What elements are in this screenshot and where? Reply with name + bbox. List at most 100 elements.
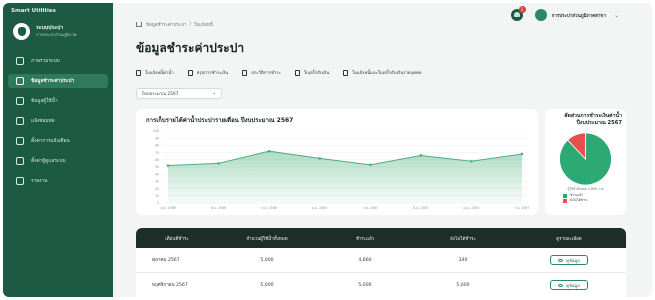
cell-total: 5,000 bbox=[260, 282, 274, 288]
report-icon bbox=[16, 177, 24, 185]
profile-name: ระบบประปา bbox=[36, 25, 64, 32]
data-point bbox=[166, 164, 170, 167]
sidebar-item-label: ภาพรวมระบบ bbox=[31, 59, 60, 64]
sidebar-item-label: ตั้งค่าผู้ดูแลระบบ bbox=[31, 159, 66, 164]
y-tick-label: 50 bbox=[155, 165, 159, 169]
x-tick-label: ม.ค. 2567 bbox=[312, 206, 327, 210]
y-tick-label: 60 bbox=[155, 158, 159, 162]
link-label: สรุปการชำระเงิน bbox=[196, 71, 229, 76]
view-detail-button[interactable]: ดูข้อมูล bbox=[550, 255, 588, 265]
pie-legend: ชำระแล้ว ยังไม่ได้ชำระ bbox=[563, 193, 588, 204]
legend-swatch bbox=[563, 199, 567, 204]
quick-links: ใบแจ้งหนี้ค่าน้ำ สรุปการชำระเงิน ประวัติ… bbox=[136, 69, 436, 76]
x-tick-label: พ.ย. 2566 bbox=[211, 206, 226, 210]
sidebar-item-admin[interactable]: ตั้งค่าผู้ดูแลระบบ bbox=[8, 154, 108, 168]
breadcrumb-separator: / bbox=[189, 22, 192, 27]
user-icon bbox=[16, 97, 24, 105]
link-history[interactable]: ประวัติการชำระ bbox=[242, 69, 281, 76]
chevron-down-icon: ⌄ bbox=[212, 91, 216, 96]
breadcrumb-item[interactable]: ข้อมูลชำระค่าประปา bbox=[146, 21, 187, 28]
y-tick-label: 0 bbox=[157, 201, 159, 205]
sidebar-item-users[interactable]: ข้อมูลผู้ใช้น้ำ bbox=[8, 94, 108, 108]
x-tick-label: ก.ย. 2567 bbox=[515, 206, 530, 210]
view-detail-label: ดูข้อมูล bbox=[566, 257, 580, 263]
cell-unpaid: 340 bbox=[458, 257, 468, 263]
data-point bbox=[217, 162, 220, 165]
sidebar-item-reports[interactable]: รายงาน bbox=[8, 174, 108, 188]
document-icon bbox=[187, 69, 193, 76]
app-title: Smart Utilities bbox=[11, 8, 56, 14]
y-tick-label: 70 bbox=[155, 151, 159, 155]
sidebar-item-label: แจ้งซ่อมท่อ bbox=[31, 119, 55, 124]
profile-subtitle: การประปาส่วนภูมิภาค bbox=[36, 32, 77, 38]
payments-table: เดือนที่ชำระ จำนวนผู้ใช้น้ำทั้งหมด ชำระแ… bbox=[136, 228, 626, 297]
year-select-value: ปีงบประมาณ 2567 bbox=[142, 92, 179, 97]
x-tick-label: ต.ค. 2566 bbox=[160, 206, 175, 210]
breadcrumb-item: ใบแจ้งหนี้ bbox=[194, 23, 213, 28]
series-area bbox=[168, 151, 522, 203]
profile: ระบบประปา การประปาส่วนภูมิภาค bbox=[13, 23, 108, 40]
home-icon[interactable] bbox=[136, 22, 142, 27]
link-receipt[interactable]: ใบเสร็จรับเงิน bbox=[294, 69, 330, 76]
link-summary[interactable]: สรุปการชำระเงิน bbox=[187, 69, 229, 76]
user-name[interactable]: การประปาส่วนภูมิภาคสาขา bbox=[552, 12, 606, 19]
sidebar-item-payments[interactable]: ข้อมูลชำระค่าประปา bbox=[8, 74, 108, 88]
document-icon bbox=[294, 69, 300, 76]
sidebar-menu: ภาพรวมระบบ ข้อมูลชำระค่าประปา ข้อมูลผู้ใ… bbox=[8, 54, 108, 188]
payment-pie-card: สัดส่วนการชำระเงินค่าน้ำ ปีงบประมาณ 2567… bbox=[545, 109, 626, 215]
revenue-area-chart: 1009080706050403020100ต.ค. 2566 พ.ย. 2566… bbox=[153, 129, 530, 210]
y-tick-label: 100 bbox=[153, 129, 159, 133]
sidebar-item-repair[interactable]: แจ้งซ่อมท่อ bbox=[8, 114, 108, 128]
data-point bbox=[368, 163, 372, 167]
cell-paid: 4,660 bbox=[358, 257, 372, 263]
view-detail-label: ดูข้อมูล bbox=[566, 282, 580, 288]
link-label: ประวัติการชำระ bbox=[251, 71, 281, 76]
view-detail-button[interactable]: ดูข้อมูล bbox=[550, 280, 588, 290]
app-frame: Smart Utilities ระบบประปา การประปาส่วนภู… bbox=[3, 3, 652, 297]
table-header: เดือนที่ชำระ จำนวนผู้ใช้น้ำทั้งหมด ชำระแ… bbox=[136, 228, 626, 248]
revenue-chart-card: การเก็บรายได้ค่าน้ำประปารายเดือน ปีงบประ… bbox=[136, 109, 538, 215]
data-point bbox=[470, 159, 473, 163]
eye-icon bbox=[558, 258, 564, 262]
page-title: ข้อมูลชำระค่าประปา bbox=[136, 41, 245, 55]
document-icon bbox=[136, 69, 141, 76]
sidebar-item-label: ข้อมูลชำระค่าประปา bbox=[31, 79, 75, 84]
table-row: ตุลาคม 2567 5,000 4,660 340 ดูข้อมูล bbox=[136, 248, 626, 273]
table-row: พฤศจิกายน 2567 5,000 5,000 5,000 ดูข้อมู… bbox=[136, 273, 626, 297]
dashboard-icon bbox=[16, 57, 24, 65]
x-tick-label: เม.ย. 2567 bbox=[463, 206, 479, 210]
column-header: จำนวนผู้ใช้น้ำทั้งหมด bbox=[246, 236, 288, 242]
cell-month: ตุลาคม 2567 bbox=[152, 257, 180, 263]
document-icon bbox=[343, 69, 349, 76]
column-header: เดือนที่ชำระ bbox=[165, 236, 189, 242]
y-tick-label: 10 bbox=[155, 194, 159, 198]
y-tick-label: 20 bbox=[155, 187, 159, 191]
settings-icon bbox=[16, 157, 24, 165]
y-tick-label: 40 bbox=[155, 172, 159, 176]
pie-subtitle: ผู้ใช้น้ำทั้งหมด 4,890 ราย bbox=[567, 187, 604, 191]
cell-paid: 5,000 bbox=[358, 282, 372, 288]
eye-icon bbox=[558, 283, 564, 287]
y-tick-label: 80 bbox=[155, 144, 159, 148]
y-tick-label: 90 bbox=[155, 136, 159, 140]
data-point bbox=[318, 157, 322, 160]
notification-bell-icon[interactable]: 1 bbox=[510, 6, 526, 21]
link-label: ใบแจ้งหนี้ค่าน้ำ bbox=[145, 71, 174, 76]
cell-total: 5,000 bbox=[260, 257, 274, 263]
link-label: ใบเสร็จรับเงิน bbox=[303, 71, 330, 76]
logo-icon bbox=[13, 23, 30, 40]
sidebar-item-dashboard[interactable]: ภาพรวมระบบ bbox=[8, 54, 108, 68]
avatar[interactable] bbox=[534, 9, 547, 21]
water-icon bbox=[16, 77, 24, 85]
year-select[interactable]: ปีงบประมาณ 2567 ⌄ bbox=[136, 88, 222, 99]
cell-month: พฤศจิกายน 2567 bbox=[152, 282, 188, 288]
wrench-icon bbox=[16, 117, 24, 125]
bell-icon bbox=[16, 137, 24, 145]
x-tick-label: ธ.ค. 2566 bbox=[262, 206, 277, 210]
link-invoice[interactable]: ใบแจ้งหนี้ค่าน้ำ bbox=[136, 69, 174, 76]
column-header: ชำระแล้ว bbox=[355, 236, 375, 242]
chevron-down-icon[interactable]: ⌄ bbox=[614, 12, 619, 19]
sidebar-item-notifications[interactable]: ตั้งค่าการแจ้งเตือน bbox=[8, 134, 108, 148]
link-individual[interactable]: ใบแจ้งหนี้และใบเสร็จรับเงินรายบุคคล bbox=[343, 69, 422, 76]
y-tick-label: 30 bbox=[155, 180, 159, 184]
